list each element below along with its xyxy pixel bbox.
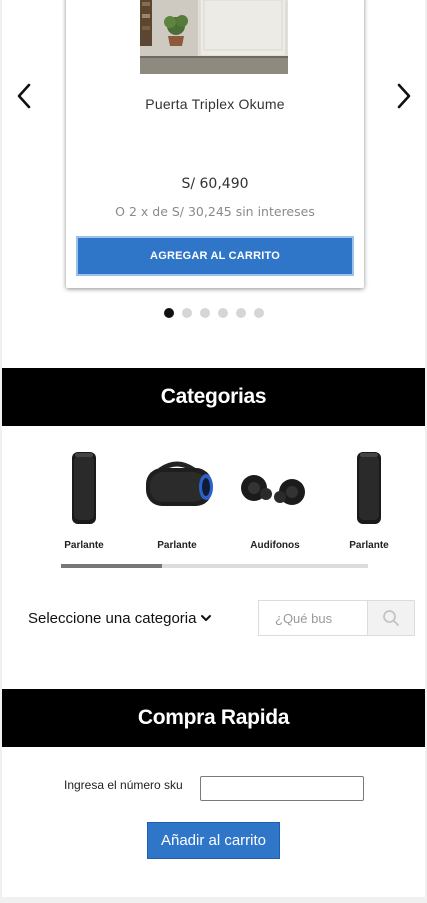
chevron-left-icon [17, 83, 31, 109]
quick-buy-header: Compra Rapida [2, 689, 425, 747]
categories-strip: Parlante Parlante Audifonos Parlante [2, 440, 425, 565]
category-label: Parlante [349, 540, 389, 551]
speaker-icon [132, 444, 222, 526]
category-select[interactable]: Seleccione una categoria [28, 606, 212, 630]
carousel-dots [164, 308, 264, 318]
carousel-dot[interactable] [218, 308, 228, 318]
carousel-dot[interactable] [236, 308, 246, 318]
category-item[interactable]: Parlante [324, 440, 414, 558]
earbuds-icon [230, 444, 320, 526]
sku-label: Ingresa el número sku [64, 778, 183, 792]
category-item[interactable]: Parlante [132, 440, 222, 558]
add-to-cart-button[interactable]: AGREGAR AL CARRITO [76, 236, 354, 276]
carousel-dot[interactable] [254, 308, 264, 318]
sku-input[interactable] [200, 776, 364, 801]
product-carousel: Puerta Triplex Okume S/ 60,490 O 2 x de … [2, 0, 425, 330]
product-card[interactable]: Puerta Triplex Okume S/ 60,490 O 2 x de … [66, 0, 364, 288]
chevron-right-icon [397, 83, 411, 109]
speaker-icon [324, 444, 414, 526]
speaker-icon [39, 444, 129, 526]
search-icon [383, 610, 399, 626]
carousel-dot[interactable] [182, 308, 192, 318]
product-image[interactable] [140, 0, 288, 74]
carousel-dot[interactable] [200, 308, 210, 318]
categories-header: Categorias [2, 368, 425, 426]
category-item[interactable]: Audifonos [230, 440, 320, 558]
category-item[interactable]: Parlante [39, 440, 129, 558]
category-label: Audifonos [250, 540, 300, 551]
category-select-label: Seleccione una categoria [28, 609, 197, 627]
chevron-down-icon [201, 615, 212, 621]
search-button[interactable] [367, 601, 414, 635]
product-installments: O 2 x de S/ 30,245 sin intereses [115, 204, 315, 219]
category-label: Parlante [64, 540, 104, 551]
scrollbar-thumb[interactable] [61, 564, 163, 568]
carousel-next-button[interactable] [388, 78, 420, 114]
search-box [258, 600, 415, 636]
product-price: S/ 60,490 [181, 176, 249, 192]
carousel-prev-button[interactable] [8, 78, 40, 114]
categories-scrollbar[interactable] [61, 564, 368, 568]
category-label: Parlante [157, 540, 197, 551]
carousel-dot[interactable] [164, 308, 174, 318]
search-input[interactable] [259, 601, 367, 635]
quick-add-to-cart-button[interactable]: Añadir al carrito [147, 822, 280, 859]
page: Puerta Triplex Okume S/ 60,490 O 2 x de … [2, 0, 425, 897]
product-name[interactable]: Puerta Triplex Okume [66, 96, 364, 112]
